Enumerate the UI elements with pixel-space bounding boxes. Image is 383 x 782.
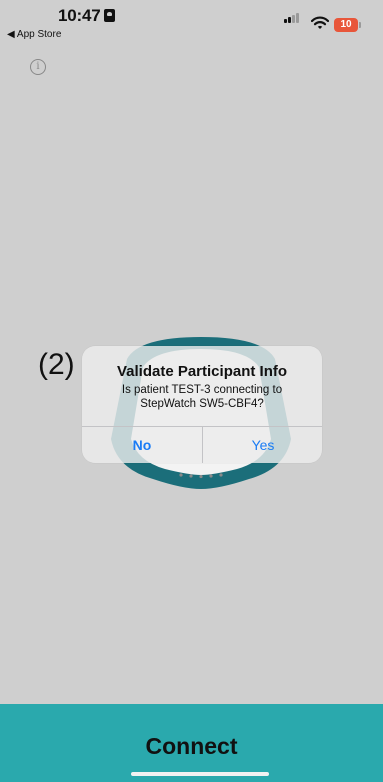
step-number-label: (2) xyxy=(38,348,75,381)
status-time: 10:47 xyxy=(58,6,116,26)
home-indicator[interactable] xyxy=(131,772,269,776)
info-icon[interactable]: i xyxy=(30,59,46,75)
validate-participant-alert: Validate Participant Info Is patient TES… xyxy=(82,346,322,463)
contact-card-icon xyxy=(104,9,116,22)
status-time-label: 10:47 xyxy=(58,6,101,25)
battery-icon: 10 xyxy=(334,18,361,32)
alert-message: Is patient TEST-3 connecting to StepWatc… xyxy=(94,383,310,411)
no-button[interactable]: No xyxy=(82,427,202,463)
alert-message-line-1: Is patient TEST-3 connecting to xyxy=(121,384,283,396)
yes-button[interactable]: Yes xyxy=(203,427,322,463)
back-to-app-store-link[interactable]: ◀ App Store xyxy=(7,29,61,40)
battery-level: 10 xyxy=(340,19,352,30)
alert-title: Validate Participant Info xyxy=(116,363,288,380)
wifi-icon xyxy=(311,16,329,29)
status-bar: 10:47 ◀ App Store 10 xyxy=(0,0,383,48)
connect-button[interactable]: Connect xyxy=(0,704,383,782)
alert-message-line-2: StepWatch SW5-CBF4? xyxy=(140,398,264,410)
connect-button-label: Connect xyxy=(145,733,238,759)
